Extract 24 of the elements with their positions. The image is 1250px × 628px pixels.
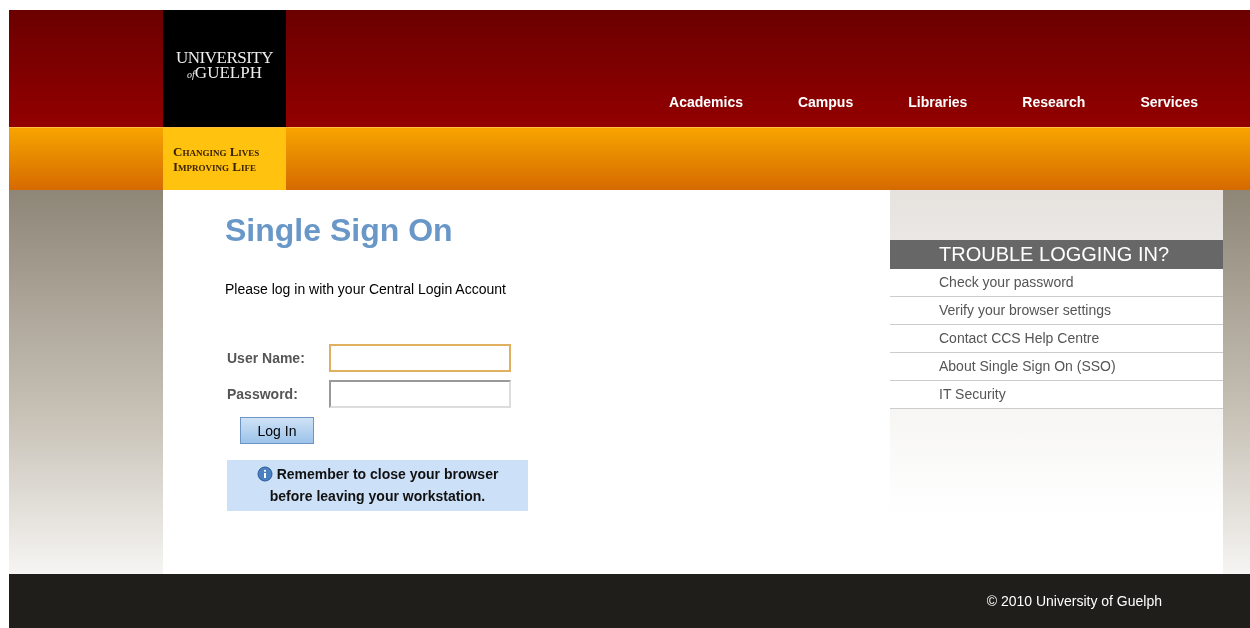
sidebar-link[interactable]: About Single Sign On (SSO): [890, 353, 1223, 381]
sidebar-link[interactable]: Verify your browser settings: [890, 297, 1223, 325]
login-button[interactable]: Log In: [240, 417, 314, 444]
copyright-text: © 2010 University of Guelph: [986, 593, 1162, 609]
nav-link[interactable]: Libraries: [908, 94, 968, 110]
field-label: Password:: [227, 386, 299, 402]
notice-text: before leaving your workstation.: [269, 487, 486, 506]
input-field[interactable]: [329, 344, 511, 372]
nav-link[interactable]: Campus: [797, 94, 854, 110]
university-logo[interactable]: UNIVERSITY ofGUELPH: [163, 10, 286, 127]
sidebar-heading: TROUBLE LOGGING IN?: [890, 240, 1223, 269]
notice-text: Remember to close your browser: [276, 465, 499, 484]
nav-link[interactable]: Services: [1140, 94, 1198, 110]
tagline: Changing Lives Improving Life: [163, 128, 286, 190]
nav-link[interactable]: Research: [1022, 94, 1086, 110]
intro-text: Please log in with your Central Login Account: [225, 281, 507, 297]
field-label: User Name:: [227, 350, 306, 366]
info-icon: [256, 466, 273, 482]
sidebar-link[interactable]: IT Security: [890, 381, 1223, 409]
input-field[interactable]: [329, 380, 511, 408]
sidebar-link[interactable]: Check your password: [890, 269, 1223, 297]
sidebar-link[interactable]: Contact CCS Help Centre: [890, 325, 1223, 353]
page-title: Single Sign On: [225, 212, 454, 249]
nav-link[interactable]: Academics: [669, 94, 743, 110]
